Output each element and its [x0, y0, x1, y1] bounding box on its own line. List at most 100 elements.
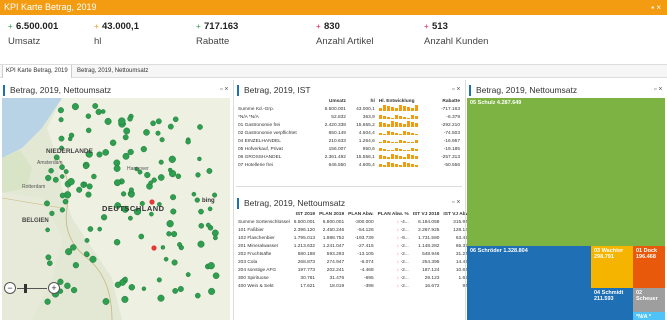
- column-header[interactable]: hl: [348, 97, 377, 105]
- treemap-tile[interactable]: 03 Wachter 298.791: [591, 246, 633, 288]
- customer-marker[interactable]: [170, 208, 177, 215]
- net-panel-controls[interactable]: ▫ ×: [452, 199, 461, 206]
- customer-marker[interactable]: [143, 129, 150, 136]
- customer-marker[interactable]: [163, 256, 169, 262]
- customer-marker[interactable]: [100, 109, 106, 114]
- tab-nettoumsatz[interactable]: Betrag, 2019, Nettoumsatz: [74, 65, 151, 78]
- customer-marker[interactable]: [151, 177, 157, 183]
- customer-marker[interactable]: [198, 208, 204, 215]
- customer-marker[interactable]: [58, 135, 65, 142]
- column-header[interactable]: IST VJ 2018: [411, 210, 442, 218]
- treemap-tile[interactable]: 05 Schulz 4.287.649: [467, 98, 665, 246]
- customer-marker[interactable]: [91, 173, 97, 180]
- customer-marker[interactable]: [44, 200, 50, 207]
- customer-marker[interactable]: [45, 254, 52, 261]
- customer-marker[interactable]: [175, 173, 182, 180]
- table-row[interactable]: 01 Gastronomie frei 2.420.338 15.655,2 -292…: [236, 121, 462, 129]
- customer-marker[interactable]: [211, 229, 219, 237]
- customer-marker[interactable]: [109, 139, 117, 146]
- customer-marker[interactable]: [157, 174, 165, 181]
- customer-marker[interactable]: [96, 151, 103, 158]
- customer-marker[interactable]: [83, 251, 90, 257]
- customer-marker[interactable]: [194, 292, 201, 299]
- customer-marker[interactable]: [123, 127, 131, 135]
- customer-marker[interactable]: [57, 107, 64, 114]
- customer-marker[interactable]: [122, 134, 129, 141]
- customer-marker[interactable]: [76, 186, 83, 193]
- customer-marker[interactable]: [113, 238, 121, 246]
- customer-marker[interactable]: [47, 260, 53, 266]
- customer-marker[interactable]: [197, 124, 203, 130]
- zoom-slider-handle[interactable]: [24, 284, 27, 293]
- customer-marker[interactable]: [160, 245, 166, 250]
- customer-marker[interactable]: [95, 108, 102, 116]
- customer-marker[interactable]: [100, 214, 108, 221]
- customer-marker[interactable]: [144, 171, 151, 179]
- customer-marker[interactable]: [194, 197, 200, 203]
- customer-marker[interactable]: [128, 187, 134, 193]
- customer-marker[interactable]: [62, 198, 69, 205]
- customer-marker[interactable]: [59, 174, 65, 179]
- customer-marker[interactable]: [102, 298, 110, 305]
- customer-marker[interactable]: [208, 287, 216, 295]
- customer-marker[interactable]: [141, 286, 147, 291]
- customer-marker[interactable]: [72, 262, 80, 269]
- column-header[interactable]: PLAN Abw.: [346, 210, 376, 218]
- customer-marker[interactable]: [172, 287, 179, 294]
- customer-marker[interactable]: [48, 167, 54, 174]
- customer-marker[interactable]: [114, 281, 122, 288]
- customer-marker[interactable]: [89, 255, 97, 263]
- column-header[interactable]: IST 2019: [292, 210, 317, 218]
- customer-marker[interactable]: [85, 191, 92, 198]
- customer-marker[interactable]: [45, 174, 52, 182]
- customer-marker[interactable]: [171, 231, 178, 238]
- customer-marker[interactable]: [113, 165, 121, 172]
- customer-marker[interactable]: [65, 248, 73, 256]
- customer-marker[interactable]: [151, 245, 157, 251]
- customer-marker[interactable]: [177, 285, 184, 292]
- customer-marker[interactable]: [118, 117, 126, 125]
- customer-marker[interactable]: [207, 206, 213, 212]
- customer-marker[interactable]: [68, 132, 75, 139]
- table-row[interactable]: 06 GROSSHANDEL 2.361.492 15.556,1 -257.313: [236, 153, 462, 161]
- zoom-out-button[interactable]: −: [4, 282, 16, 294]
- customer-marker[interactable]: [140, 145, 147, 153]
- customer-marker[interactable]: [155, 130, 161, 136]
- customer-marker[interactable]: [120, 191, 127, 197]
- ist-panel-controls[interactable]: ▫ ×: [452, 86, 461, 93]
- customer-marker[interactable]: [49, 210, 55, 217]
- customer-marker[interactable]: [185, 139, 191, 145]
- customer-marker[interactable]: [167, 123, 174, 130]
- map-panel-controls[interactable]: ▫ ×: [220, 86, 229, 93]
- window-controls[interactable]: ▪ ×: [651, 0, 661, 15]
- customer-marker[interactable]: [157, 294, 165, 302]
- treemap-tile[interactable]: 06 Schröder 1.328.804: [467, 246, 591, 320]
- customer-marker[interactable]: [127, 116, 133, 122]
- treemap-tile[interactable]: 02 Scheuer: [633, 288, 665, 312]
- customer-marker[interactable]: [52, 176, 59, 183]
- customer-marker[interactable]: [114, 179, 121, 187]
- customer-marker[interactable]: [212, 235, 218, 241]
- customer-marker[interactable]: [58, 117, 64, 123]
- customer-marker[interactable]: [212, 192, 218, 198]
- customer-marker[interactable]: [172, 116, 179, 123]
- customer-marker[interactable]: [158, 159, 164, 165]
- customer-marker[interactable]: [85, 127, 92, 134]
- customer-marker[interactable]: [102, 149, 109, 156]
- treemap-tile[interactable]: 01 Dock 196.468: [633, 246, 665, 288]
- customer-marker[interactable]: [168, 155, 176, 163]
- treemap-tile[interactable]: 04 Schmidt 211.593: [591, 288, 633, 320]
- customer-marker[interactable]: [195, 172, 201, 178]
- customer-marker[interactable]: [67, 177, 75, 186]
- customer-marker[interactable]: [156, 277, 162, 283]
- treemap-panel-controls[interactable]: ▫ ×: [654, 86, 663, 93]
- customer-marker[interactable]: [212, 272, 220, 279]
- customer-marker[interactable]: [127, 148, 134, 156]
- customer-marker[interactable]: [167, 167, 173, 173]
- table-row[interactable]: 05 Hofverkauf, Privat 156.007 950,6 -19.185: [236, 145, 462, 153]
- customer-marker[interactable]: [197, 156, 202, 162]
- table-row[interactable]: 07 Hotellerie frei 646.550 4.605,4 -50.556: [236, 161, 462, 169]
- column-header[interactable]: PLAN Abw. %: [376, 210, 411, 218]
- tab-kpi-karte[interactable]: KPI Karte Betrag, 2019: [2, 65, 72, 78]
- customer-marker[interactable]: [122, 276, 128, 282]
